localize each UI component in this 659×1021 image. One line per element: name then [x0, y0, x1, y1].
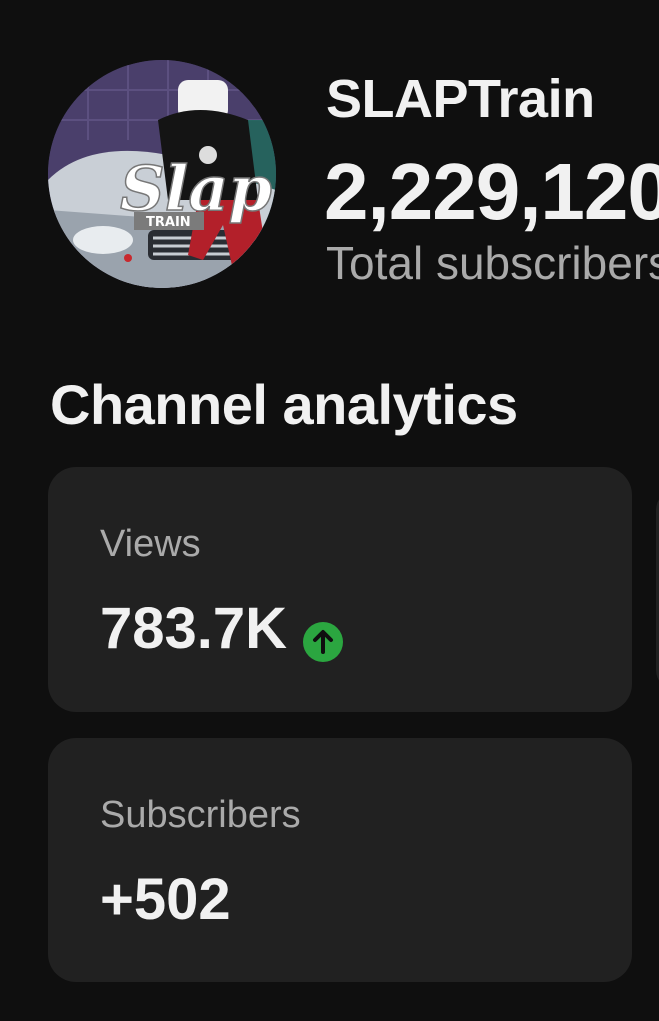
- views-label: Views: [100, 523, 201, 565]
- subscribers-value: +502: [100, 867, 231, 932]
- avatar-logo-subtext: TRAIN: [146, 215, 191, 230]
- channel-name: SLAPTrain: [326, 69, 595, 129]
- views-card[interactable]: Views 783.7K: [48, 467, 632, 712]
- total-subscribers-label: Total subscribers: [326, 237, 659, 289]
- views-value-row: 783.7K: [100, 595, 344, 662]
- arrow-up-icon: [303, 609, 344, 662]
- avatar-image: Slap. TRAIN: [48, 60, 276, 288]
- subscribers-label: Subscribers: [100, 794, 301, 836]
- total-subscriber-count: 2,229,120: [324, 147, 659, 236]
- views-value: 783.7K: [100, 596, 288, 661]
- subscribers-card[interactable]: Subscribers +502: [48, 738, 632, 982]
- subscribers-value-row: +502: [100, 866, 231, 933]
- section-title: Channel analytics: [50, 373, 518, 436]
- channel-analytics-page: Slap. TRAIN SLAPTrain 2,229,120 Total su…: [0, 0, 659, 1021]
- channel-avatar[interactable]: Slap. TRAIN: [48, 60, 276, 288]
